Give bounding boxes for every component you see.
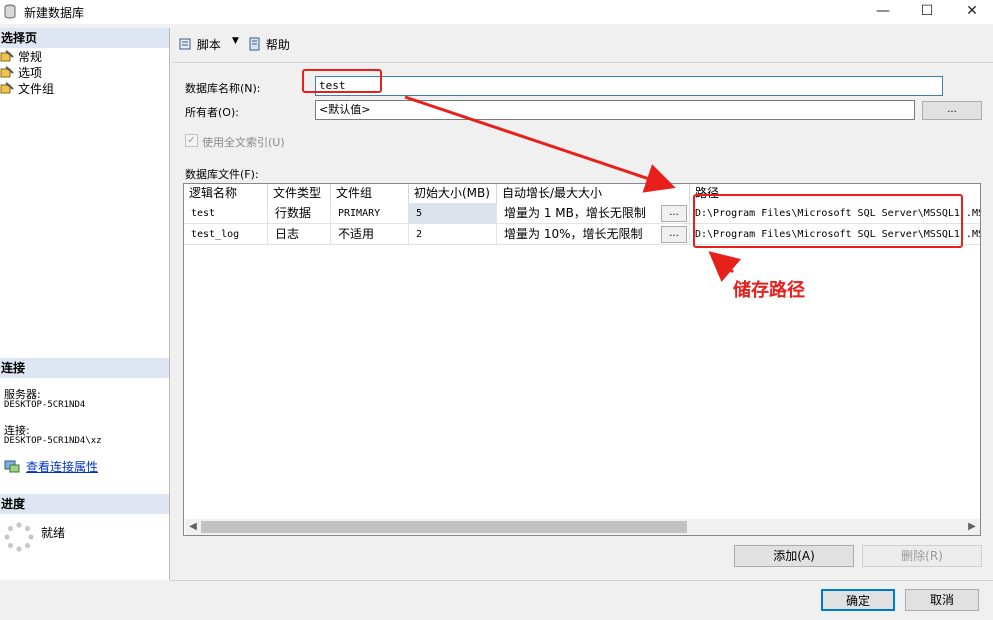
toolbar-divider [172,62,993,63]
autogrowth-browse-button[interactable]: ... [661,205,687,222]
progress-spinner-icon [4,522,34,552]
owner-label: 所有者(O): [185,106,239,119]
column-header-filegroup[interactable]: 文件组 [331,184,409,203]
page-item-options[interactable]: 选项 [0,65,42,81]
scroll-left-icon[interactable]: ◀ [185,519,201,535]
script-button[interactable]: 脚本 [178,36,221,54]
db-name-label: 数据库名称(N): [185,82,261,95]
page-item-general[interactable]: 常规 [0,49,42,65]
column-header-file-type[interactable]: 文件类型 [268,184,331,203]
cell-file-type[interactable]: 行数据 [268,203,331,224]
close-button[interactable]: ✕ [949,0,993,24]
window-title: 新建数据库 [24,6,85,20]
fulltext-label: 使用全文索引(U) [202,136,285,149]
page-item-filegroups[interactable]: 文件组 [0,81,54,97]
cell-file-type[interactable]: 日志 [268,224,331,245]
column-header-autogrowth[interactable]: 自动增长/最大大小 [497,184,690,203]
connection-value: DESKTOP-5CR1ND4\xz [4,436,102,446]
left-pane: 选择页 常规 选项 文件组 连接 服务器: DESKTOP-5CR1ND4 连接… [0,28,170,580]
cell-filegroup[interactable]: PRIMARY [331,203,409,224]
footer-divider [170,580,993,581]
cell-logical-name[interactable]: test [184,203,268,224]
help-icon [249,37,260,51]
connection-header: 连接 [0,358,169,378]
scroll-right-icon[interactable]: ▶ [964,519,980,535]
owner-input[interactable]: <默认值> [315,100,915,120]
progress-status: 就绪 [41,526,66,540]
database-icon [4,4,16,19]
fulltext-checkbox[interactable]: ✓ [185,134,198,147]
view-connection-properties-link[interactable]: 查看连接属性 [26,458,98,475]
script-icon [179,38,191,50]
annotation-path-highlight [693,194,963,248]
progress-header: 进度 [0,494,169,514]
page-item-label: 文件组 [18,82,55,96]
select-page-header: 选择页 [0,28,169,48]
annotation-name-highlight [302,69,382,93]
scrollbar-thumb[interactable] [201,521,687,533]
column-header-logical-name[interactable]: 逻辑名称 [184,184,268,203]
cell-logical-name[interactable]: test_log [184,224,268,245]
autogrowth-browse-button[interactable]: ... [661,226,687,243]
title-bar: 新建数据库 — ☐ ✕ [0,0,993,24]
wrench-icon [0,82,14,94]
horizontal-scrollbar[interactable]: ◀ ▶ [185,519,980,535]
wrench-icon [0,50,14,62]
annotation-storage-path-text: 储存路径 [733,280,805,301]
page-item-label: 选项 [18,66,43,80]
script-label: 脚本 [196,38,221,52]
cell-filegroup[interactable]: 不适用 [331,224,409,245]
maximize-button[interactable]: ☐ [904,0,950,24]
remove-file-button[interactable]: 删除(R) [862,545,982,567]
cell-initial-size[interactable]: 5 [409,203,497,224]
cancel-button[interactable]: 取消 [905,589,979,611]
owner-browse-button[interactable]: ... [922,101,982,120]
wrench-icon [0,66,14,78]
ok-button[interactable]: 确定 [821,589,895,611]
server-value: DESKTOP-5CR1ND4 [4,400,86,410]
add-file-button[interactable]: 添加(A) [734,545,854,567]
connection-properties-icon [4,460,20,473]
column-header-initial-size[interactable]: 初始大小(MB) [409,184,497,203]
help-button[interactable]: 帮助 [248,36,290,54]
page-item-label: 常规 [18,50,43,64]
files-label: 数据库文件(F): [185,168,259,181]
help-label: 帮助 [265,38,290,52]
minimize-button[interactable]: — [860,0,906,24]
cell-initial-size[interactable]: 2 [409,224,497,245]
db-name-input[interactable]: test [315,76,943,96]
script-dropdown-icon[interactable]: ▼ [232,36,239,46]
